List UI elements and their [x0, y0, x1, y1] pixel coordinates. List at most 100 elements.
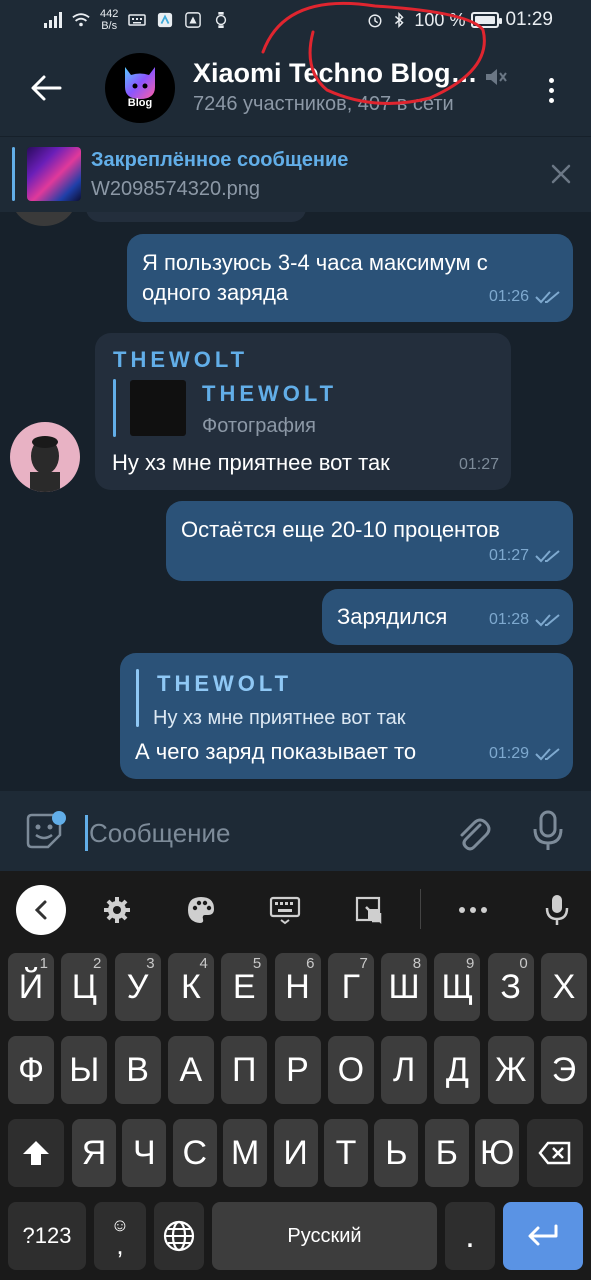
chat-title[interactable]: Xiaomi Techno Blog…	[193, 58, 478, 89]
key-hint: 8	[412, 955, 422, 972]
keyboard-theme-button[interactable]	[184, 893, 218, 927]
back-button[interactable]	[26, 68, 66, 108]
more-options-button[interactable]	[536, 70, 566, 110]
pinned-thumbnail	[27, 147, 81, 201]
key-label: Ж	[494, 1050, 527, 1089]
watch-icon	[216, 12, 227, 28]
key-letter[interactable]: Р	[274, 1036, 321, 1104]
keyboard-voice-button[interactable]	[540, 893, 574, 927]
palette-icon	[188, 897, 214, 923]
key-letter[interactable]: Ф	[8, 1036, 54, 1104]
key-letter[interactable]: Т	[324, 1119, 368, 1187]
close-icon	[551, 164, 571, 184]
key-letter[interactable]: Ц2	[61, 953, 108, 1021]
backspace-key[interactable]	[527, 1119, 583, 1187]
double-check-icon	[535, 550, 560, 563]
emoji-comma-key[interactable]: ☺ ,	[94, 1202, 146, 1270]
key-letter[interactable]: Ь	[374, 1119, 419, 1187]
key-hint: 2	[92, 955, 102, 972]
pinned-close-button[interactable]	[546, 159, 576, 189]
keyboard-toolbar	[0, 871, 591, 947]
microphone-icon[interactable]	[530, 809, 566, 853]
message-bubble-outgoing[interactable]: Зарядился 01:28	[322, 589, 573, 645]
key-letter[interactable]: О	[327, 1036, 374, 1104]
chat-messages-area[interactable]: Я пользуюсь 3-4 часа максимум с одного з…	[0, 212, 591, 791]
signal-icon	[44, 12, 62, 28]
key-letter[interactable]: Г7	[327, 953, 374, 1021]
key-label: Ш	[388, 967, 420, 1006]
key-hint: 0	[519, 955, 528, 972]
key-letter[interactable]: В	[114, 1036, 161, 1104]
key-letter[interactable]: Щ9	[434, 953, 481, 1021]
message-bubble-outgoing[interactable]: Я пользуюсь 3-4 часа максимум с одного з…	[127, 234, 573, 322]
key-letter[interactable]: А	[167, 1036, 214, 1104]
key-label: М	[231, 1133, 260, 1172]
pinned-message-bar[interactable]: Закреплённое сообщение W2098574320.png	[0, 136, 591, 212]
space-key[interactable]: Русский	[212, 1202, 437, 1270]
keyboard-collapse-button[interactable]	[16, 885, 66, 935]
key-label: У	[126, 967, 149, 1006]
key-letter[interactable]: У3	[114, 953, 161, 1021]
message-time: 01:27	[458, 456, 499, 473]
key-letter[interactable]: Х	[541, 953, 587, 1021]
message-bubble-outgoing[interactable]: THEWOLT Ну хз мне приятнее вот так А чег…	[120, 653, 573, 779]
double-check-icon	[535, 748, 560, 761]
key-letter[interactable]: Ж	[487, 1036, 534, 1104]
key-letter[interactable]: Э	[541, 1036, 587, 1104]
more-horizontal-icon	[459, 907, 487, 913]
key-letter[interactable]: Д	[434, 1036, 481, 1104]
key-letter[interactable]: Ю	[475, 1119, 520, 1187]
keyboard-more-button[interactable]	[456, 893, 490, 927]
arrow-left-icon	[31, 75, 62, 101]
message-meta: 01:27	[489, 541, 561, 571]
key-letter[interactable]: К4	[167, 953, 214, 1021]
battery-icon	[471, 12, 503, 28]
key-letter[interactable]: Й1	[8, 953, 54, 1021]
key-letter[interactable]: И	[273, 1119, 318, 1187]
keyboard-settings-button[interactable]	[100, 893, 134, 927]
reply-accent-line	[113, 379, 116, 437]
enter-key[interactable]	[503, 1202, 583, 1270]
message-meta: 01:29	[489, 739, 561, 769]
key-letter[interactable]: Я	[72, 1119, 116, 1187]
enter-icon	[528, 1224, 558, 1246]
resize-icon	[355, 896, 382, 925]
language-key[interactable]	[154, 1202, 204, 1270]
key-letter[interactable]: Ы	[61, 1036, 108, 1104]
message-text: Зарядился	[337, 604, 448, 629]
key-letter[interactable]: М	[223, 1119, 268, 1187]
message-time: 01:27	[488, 547, 529, 564]
muted-icon	[486, 69, 507, 85]
message-bubble-outgoing[interactable]: Остаётся еще 20-10 процентов 01:27	[166, 501, 573, 581]
microphone-icon	[545, 895, 569, 925]
message-bubble-incoming[interactable]: THEWOLT THEWOLT Фотография Ну хз мне при…	[95, 333, 511, 490]
shift-key[interactable]	[8, 1119, 64, 1187]
battery-percent: 100 %	[414, 9, 466, 30]
key-letter[interactable]: С	[172, 1119, 217, 1187]
reply-text: Фотография	[202, 415, 316, 437]
period-key[interactable]: .	[445, 1202, 495, 1270]
keyboard-floating-button[interactable]	[352, 893, 386, 927]
sender-avatar[interactable]	[10, 422, 80, 492]
message-meta: 01:27	[459, 450, 499, 480]
key-letter[interactable]: З0	[487, 953, 534, 1021]
key-letter[interactable]: Л	[381, 1036, 428, 1104]
key-letter[interactable]: Ч	[122, 1119, 167, 1187]
chat-avatar[interactable]: Blog	[105, 53, 175, 123]
key-letter[interactable]: Е5	[221, 953, 268, 1021]
keyboard-layout-button[interactable]	[268, 893, 302, 927]
reply-text: Ну хз мне приятнее вот так	[153, 707, 406, 729]
key-letter[interactable]: Н6	[274, 953, 321, 1021]
key-letter[interactable]: Ш8	[381, 953, 428, 1021]
message-input[interactable]	[89, 815, 419, 851]
chat-header: Blog Xiaomi Techno Blog… 7246 участников…	[0, 40, 591, 136]
key-label: И	[283, 1133, 308, 1172]
numbers-key[interactable]: ?123	[8, 1202, 86, 1270]
sender-name[interactable]: THEWOLT	[113, 345, 248, 375]
message-bubble[interactable]	[86, 212, 306, 222]
key-letter[interactable]: П	[221, 1036, 268, 1104]
key-hint: 5	[252, 955, 262, 972]
paperclip-icon[interactable]	[452, 811, 492, 855]
more-dot-icon	[548, 77, 554, 83]
key-letter[interactable]: Б	[424, 1119, 469, 1187]
